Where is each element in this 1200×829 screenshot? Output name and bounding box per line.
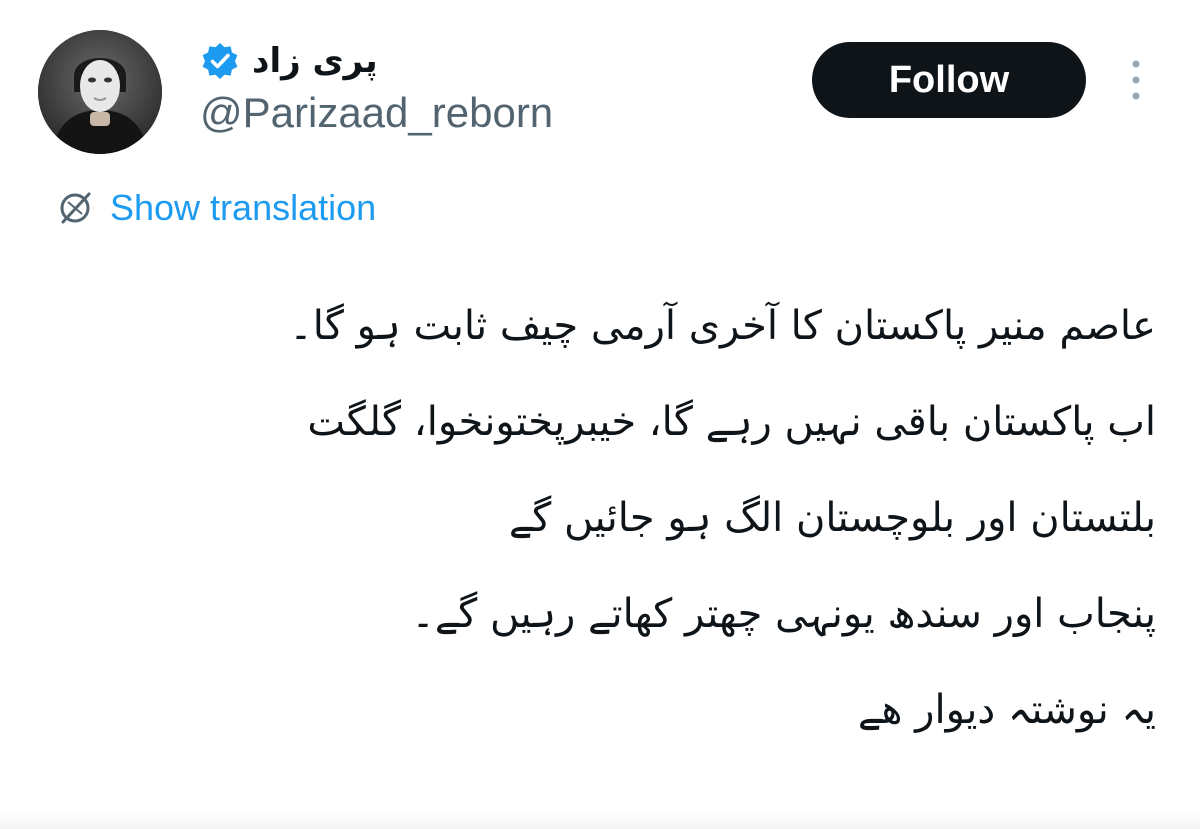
show-translation-link[interactable]: Show translation [56,186,376,230]
globe-icon [60,192,91,224]
author-name-row: پری زاد [200,36,378,86]
tweet-line: عاصم منیر پاکستان کا آخری آرمی چیف ثابت … [289,303,1156,349]
tweet-line: پنجاب اور سندھ یونہی چھتر کھاتے رہیں گے۔ [411,591,1156,637]
more-vertical-icon [1132,60,1140,100]
tweet-line: بلتستان اور بلوچستان الگ ہو جائیں گے [508,495,1156,541]
follow-button[interactable]: Follow [812,42,1086,118]
more-options-button[interactable] [1116,56,1156,104]
tweet-text: عاصم منیر پاکستان کا آخری آرمی چیف ثابت … [36,278,1156,758]
author-handle[interactable]: @Parizaad_reborn [200,89,553,136]
verified-badge-icon [202,43,238,79]
tweet-line: اب پاکستان باقی نہیں رہے گا، خیبرپختونخو… [307,399,1156,445]
author-display-name[interactable]: پری زاد [252,44,378,78]
bottom-edge [0,812,1200,829]
tweet-line: یہ نوشتہ دیوار ھے [857,687,1156,733]
show-translation-label[interactable]: Show translation [110,187,376,229]
avatar[interactable] [38,30,162,154]
